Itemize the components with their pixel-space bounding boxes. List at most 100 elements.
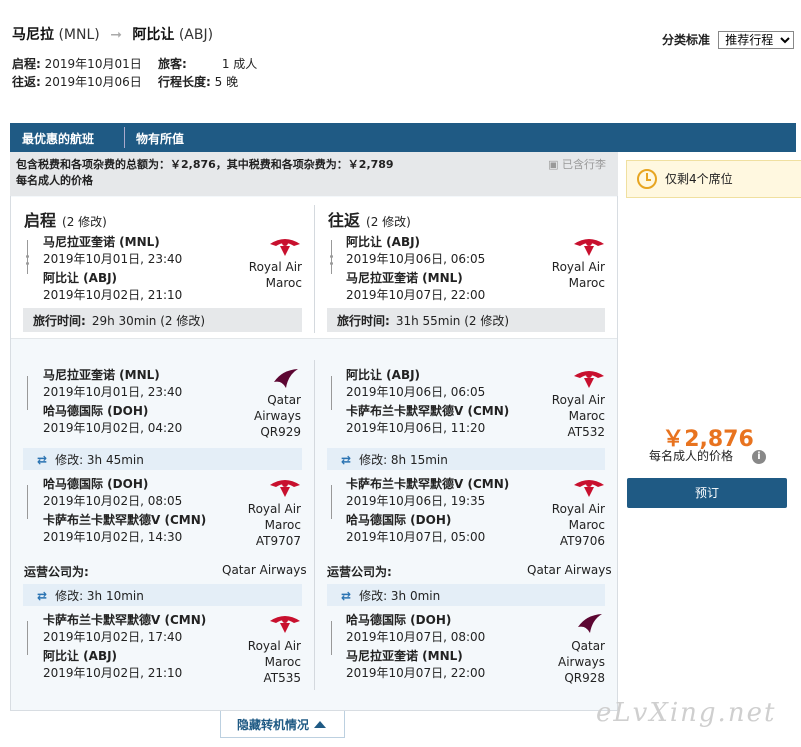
in-seg1-airline: Royal Air Maroc AT532 — [525, 392, 605, 440]
hide-transfers-button[interactable]: 隐藏转机情况 — [220, 711, 345, 738]
transfer-icon: ⇄ — [37, 589, 48, 603]
out-seg1-arr-place: 哈马德国际 (DOH) — [43, 404, 149, 418]
in-seg3-dep-time: 2019年10月07日, 08:00 — [346, 630, 486, 644]
out-seg3-airline-2: Maroc — [264, 655, 301, 669]
out-seg1-dep-time: 2019年10月01日, 23:40 — [43, 385, 183, 399]
book-button[interactable]: 预订 — [627, 478, 787, 508]
outbound-arr-time: 2019年10月02日, 21:10 — [43, 288, 183, 302]
seats-left-text: 仅剩4个席位 — [665, 172, 733, 186]
inbound-arr-place: 马尼拉亚奎诺 (MNL) — [346, 271, 463, 285]
inbound-stops: (2 修改) — [366, 215, 411, 229]
inbound-title: 往返 — [328, 211, 361, 230]
origin-code: (MNL) — [58, 27, 100, 43]
in-seg2-dep-place: 卡萨布兰卡默罕默德V (CMN) — [346, 477, 510, 491]
out-connection-1: ⇄ 修改: 3h 45min — [23, 448, 302, 470]
info-icon[interactable]: i — [752, 450, 766, 464]
length-row: 行程长度: 5 晚 — [158, 73, 238, 90]
sort-label: 分类标准 — [662, 33, 711, 47]
in-seg3-dep-place: 哈马德国际 (DOH) — [346, 613, 452, 627]
out-operated-value: Qatar Airways — [222, 563, 307, 577]
inbound-dep-place: 阿比让 (ABJ) — [346, 235, 421, 249]
out-connection-1-text: 修改: 3h 45min — [55, 453, 144, 467]
pax-row: 旅客: 1 成人 — [158, 55, 257, 72]
out-seg1-airline-2: Airways — [254, 409, 301, 423]
clock-icon — [637, 169, 657, 189]
inbound-travel-value: 31h 55min (2 修改) — [395, 314, 510, 328]
segment-timeline — [331, 376, 337, 410]
timeline-dot — [26, 262, 29, 265]
in-seg1-arr-time: 2019年10月06日, 11:20 — [346, 421, 486, 435]
out-operated-label: 运营公司为: — [24, 565, 89, 579]
royal-air-maroc-logo-icon — [574, 480, 604, 497]
out-seg2-airline: Royal Air Maroc AT9707 — [221, 501, 301, 549]
timeline-dot — [26, 255, 29, 258]
pax-label: 旅客: — [158, 57, 187, 71]
in-seg2-arr-place: 哈马德国际 (DOH) — [346, 513, 452, 527]
out-connection-2-text: 修改: 3h 10min — [55, 589, 144, 603]
price-summary-per-adult: 每名成人的价格 — [16, 174, 93, 187]
luggage-label: 已含行李 — [562, 158, 606, 171]
result-tabs: 最优惠的航班 物有所值 — [10, 123, 796, 152]
in-seg1-dep-time: 2019年10月06日, 06:05 — [346, 385, 486, 399]
out-seg3-flight: AT535 — [263, 671, 301, 685]
in-seg2-airline-2: Maroc — [568, 518, 605, 532]
luggage-included: ▣ 已含行李 — [548, 157, 606, 173]
out-seg3-dep-time: 2019年10月02日, 17:40 — [43, 630, 183, 644]
outbound-dep-place: 马尼拉亚奎诺 (MNL) — [43, 235, 160, 249]
in-seg1-airline-2: Maroc — [568, 409, 605, 423]
in-connection-2-text: 修改: 3h 0min — [359, 589, 441, 603]
destination-code: (ABJ) — [178, 27, 214, 43]
segment-timeline — [331, 485, 337, 519]
length-value: 5 晚 — [214, 75, 239, 89]
timeline-dot — [330, 262, 333, 265]
depart-label: 启程: — [12, 57, 41, 71]
outbound-stops: (2 修改) — [62, 215, 107, 229]
inbound-arr-time: 2019年10月07日, 22:00 — [346, 288, 486, 302]
origin-city: 马尼拉 — [12, 27, 54, 43]
in-seg2-dep-time: 2019年10月06日, 19:35 — [346, 494, 486, 508]
pax-value: 1 成人 — [221, 57, 258, 71]
tab-best-value[interactable]: 物有所值 — [136, 130, 184, 147]
out-seg3-airline-1: Royal Air — [247, 639, 301, 653]
inbound-travel-label: 旅行时间: — [337, 314, 390, 328]
seats-left-notice: 仅剩4个席位 — [626, 160, 801, 198]
in-seg3-airline: Qatar Airways QR928 — [525, 638, 605, 686]
sort-select[interactable]: 推荐行程 — [718, 31, 795, 49]
detail-divider — [314, 360, 315, 690]
return-value: 2019年10月06日 — [44, 75, 142, 89]
in-seg2-airline: Royal Air Maroc AT9706 — [525, 501, 605, 549]
in-seg3-flight: QR928 — [564, 671, 605, 685]
out-seg3-arr-time: 2019年10月02日, 21:10 — [43, 666, 183, 680]
segment-timeline — [27, 485, 33, 519]
in-operated-label: 运营公司为: — [327, 565, 392, 579]
in-connection-2: ⇄ 修改: 3h 0min — [327, 584, 605, 606]
royal-air-maroc-logo-icon — [270, 239, 300, 256]
outbound-dep-time: 2019年10月01日, 23:40 — [43, 252, 183, 266]
meta-row-1: 启程: 2019年10月01日 — [12, 55, 142, 72]
in-operated-value: Qatar Airways — [527, 563, 612, 577]
royal-air-maroc-logo-icon — [574, 239, 604, 256]
outbound-title: 启程 — [24, 211, 57, 230]
in-seg3-airline-2: Airways — [558, 655, 605, 669]
route-title: 马尼拉 (MNL) ➞ 阿比让 (ABJ) — [12, 24, 213, 44]
inbound-dep-time: 2019年10月06日, 06:05 — [346, 252, 486, 266]
out-seg3-arr-place: 阿比让 (ABJ) — [43, 649, 118, 663]
tab-cheapest[interactable]: 最优惠的航班 — [22, 130, 94, 147]
depart-value: 2019年10月01日 — [44, 57, 142, 71]
watermark: eLvXing.net — [596, 698, 777, 728]
outbound-arr-place: 阿比让 (ABJ) — [43, 271, 118, 285]
out-seg2-flight: AT9707 — [255, 534, 301, 548]
out-seg2-arr-time: 2019年10月02日, 14:30 — [43, 530, 183, 544]
transfer-icon: ⇄ — [37, 453, 48, 467]
return-label: 往返: — [12, 75, 41, 89]
arrow-right-icon: ➞ — [110, 27, 122, 43]
in-connection-1-text: 修改: 8h 15min — [359, 453, 448, 467]
in-seg1-flight: AT532 — [567, 425, 605, 439]
in-connection-1: ⇄ 修改: 8h 15min — [327, 448, 605, 470]
in-seg2-arr-time: 2019年10月07日, 05:00 — [346, 530, 486, 544]
out-seg2-airline-2: Maroc — [264, 518, 301, 532]
inbound-travel-time: 旅行时间: 31h 55min (2 修改) — [327, 308, 605, 332]
in-seg3-airline-1: Qatar — [571, 639, 605, 653]
outbound-airline: Royal Air Maroc — [248, 260, 302, 290]
timeline-dot — [330, 255, 333, 258]
